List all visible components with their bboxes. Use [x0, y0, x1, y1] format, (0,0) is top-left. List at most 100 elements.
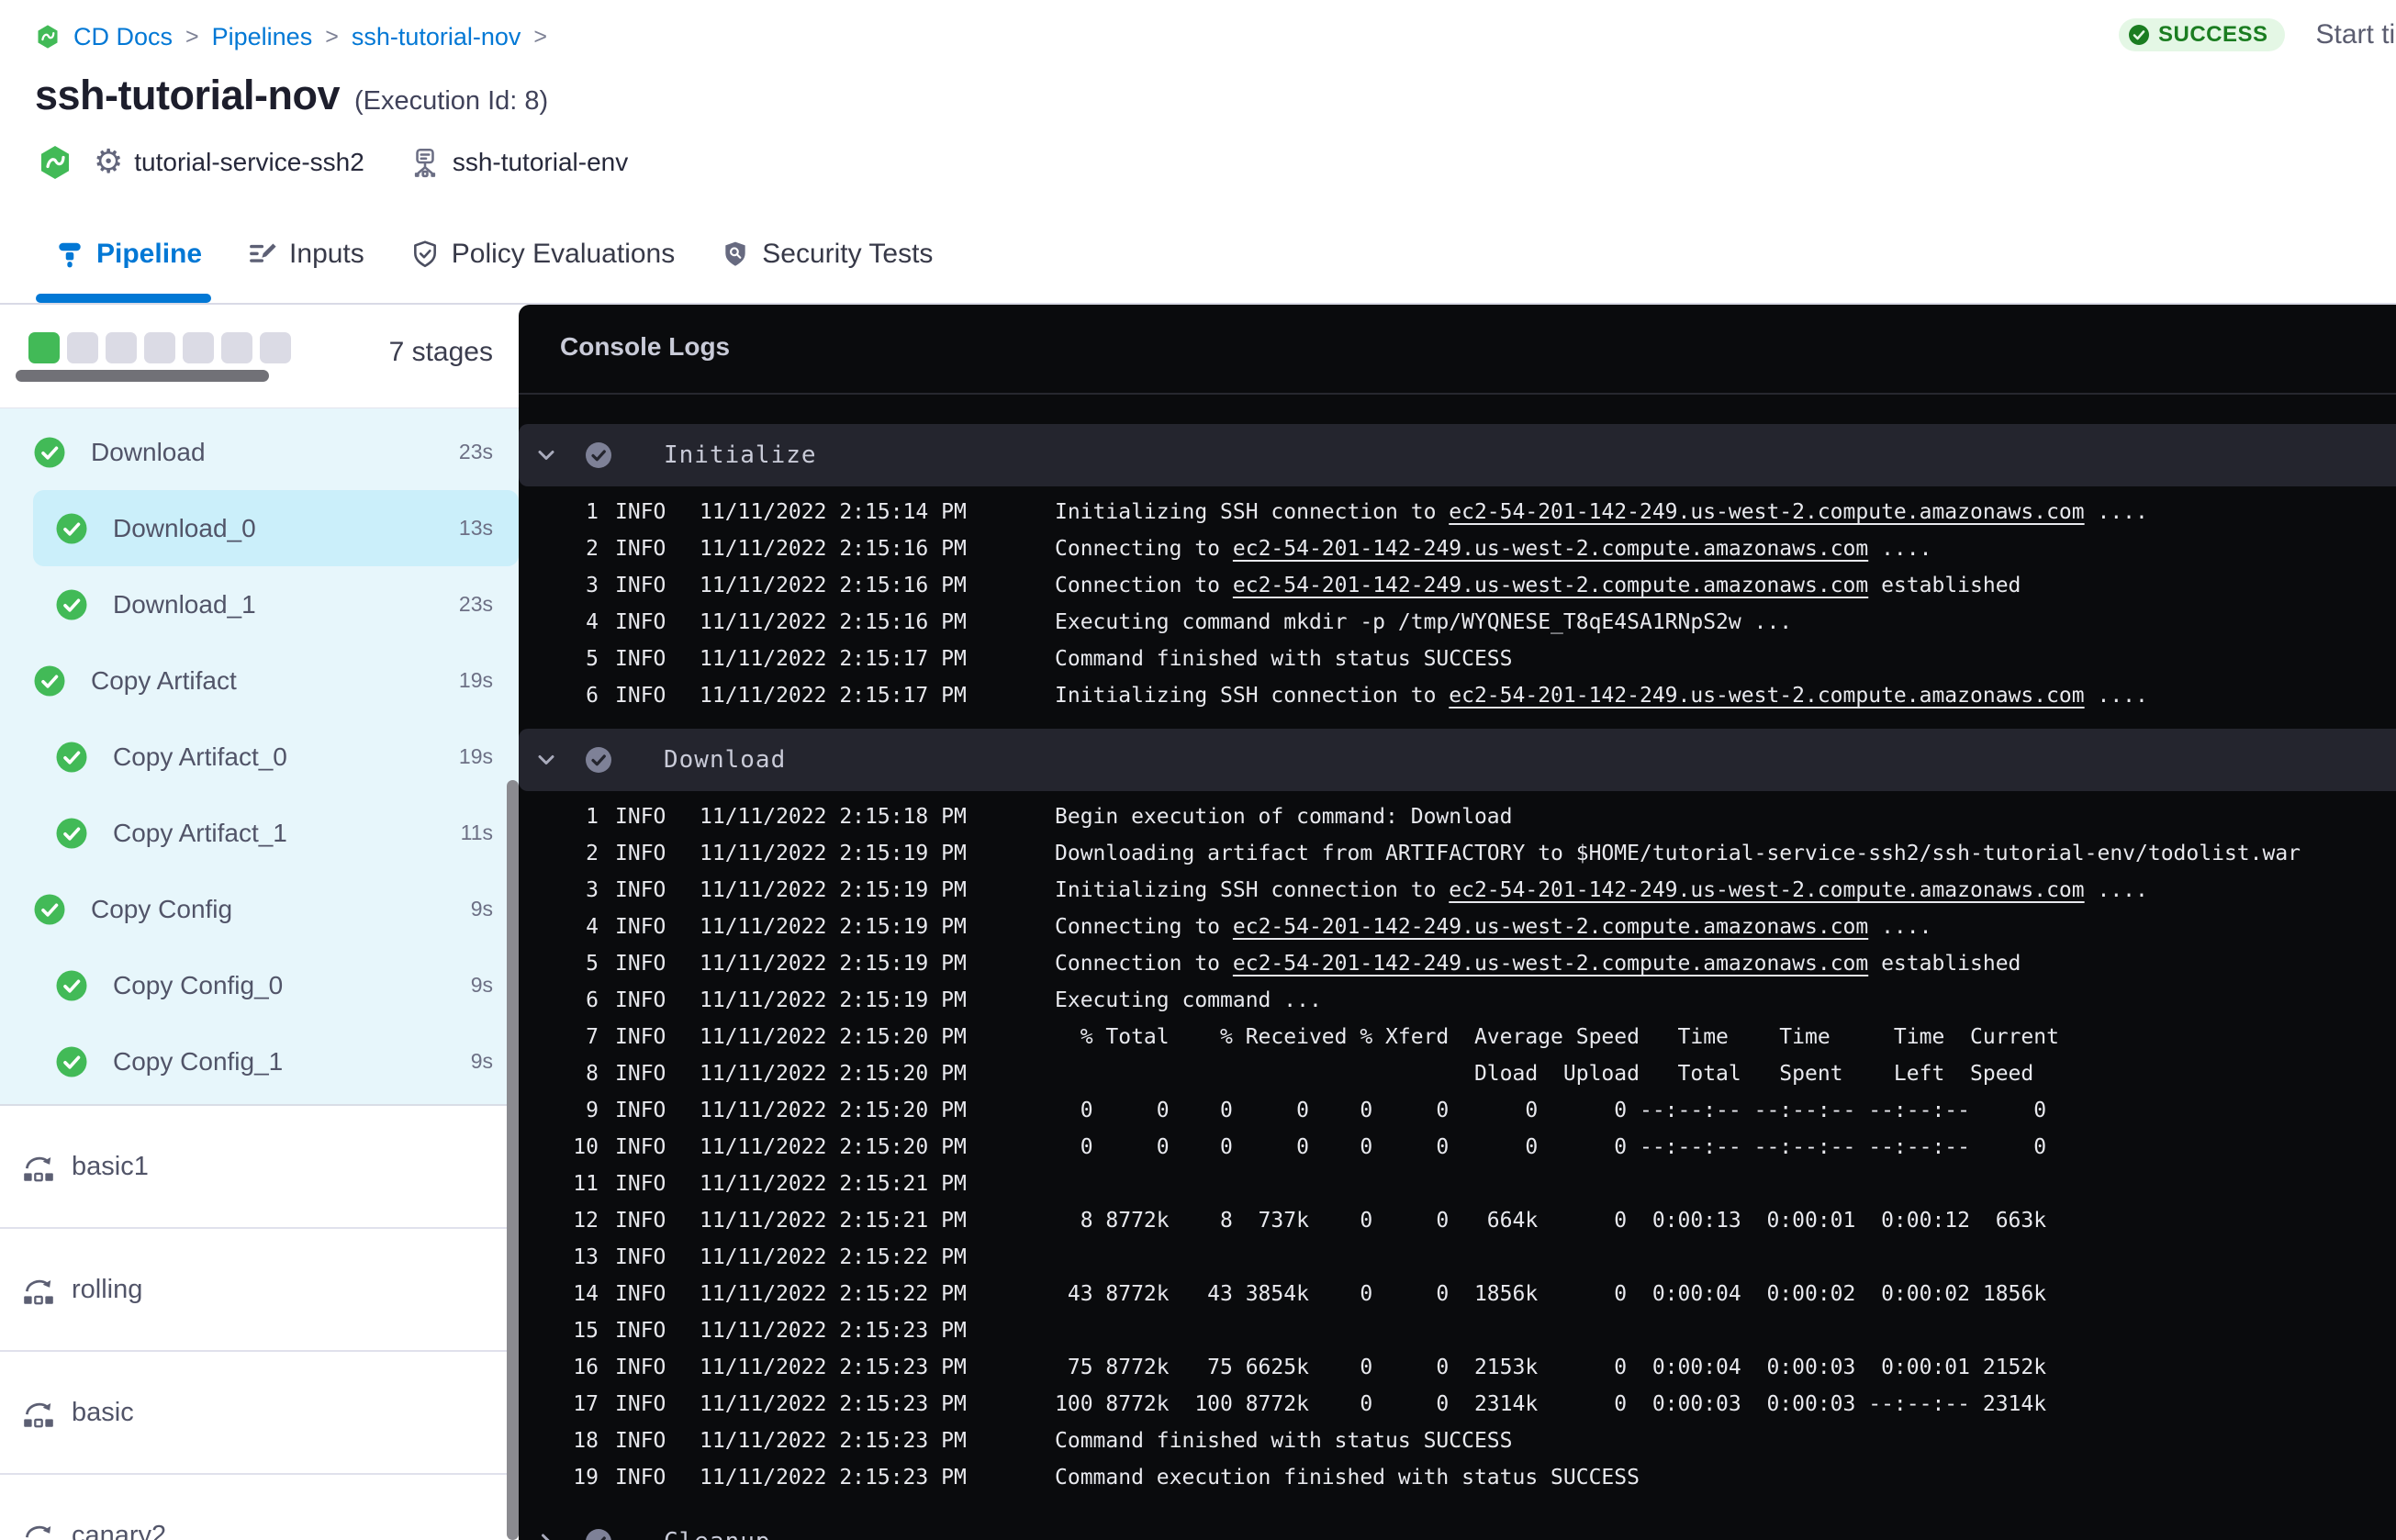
log-level: INFO	[615, 1025, 666, 1049]
log-text: Connecting to	[1055, 537, 1233, 561]
log-line-number: 6	[586, 684, 599, 708]
log-host-link[interactable]: ec2-54-201-142-249.us-west-2.compute.ama…	[1449, 878, 2084, 902]
stage-row-copy-config_1[interactable]: Copy Config_1 9s	[33, 1023, 519, 1099]
tab-security-tests[interactable]: Security Tests	[721, 206, 933, 303]
stage-label: Copy Config	[91, 894, 233, 923]
log-message: Connecting to ec2-54-201-142-249.us-west…	[1055, 537, 1931, 561]
stage-square-3[interactable]	[106, 332, 137, 363]
log-line: 4 INFO 11/11/2022 2:15:16 PM Executing comm…	[519, 604, 2396, 641]
stage-row-copy-config_0[interactable]: Copy Config_0 9s	[33, 947, 519, 1023]
stage-square-1[interactable]	[28, 332, 60, 363]
stage-row-download_1[interactable]: Download_1 23s	[33, 566, 519, 642]
log-section-header-initialize[interactable]: Initialize	[519, 424, 2396, 486]
log-section-title: Initialize	[664, 441, 817, 469]
page-title: ssh-tutorial-nov	[35, 72, 341, 118]
log-message: Executing command ...	[1055, 988, 1322, 1012]
log-message: 0 0 0 0 0 0 0 0 --:--:-- --:--:-- --:--:…	[1055, 1099, 2046, 1122]
breadcrumb-separator: >	[533, 23, 547, 50]
log-section-title: Download	[664, 746, 787, 774]
pipeline-nav-item-canary2[interactable]: canary2	[0, 1475, 519, 1540]
log-host-link[interactable]: ec2-54-201-142-249.us-west-2.compute.ama…	[1233, 952, 1868, 976]
stage-row-copy-artifact_1[interactable]: Copy Artifact_1 11s	[33, 795, 519, 871]
breadcrumb-link-project[interactable]: CD Docs	[73, 23, 173, 51]
log-line: 12 INFO 11/11/2022 2:15:21 PM 8 8772k 8 73…	[519, 1202, 2396, 1239]
rolling-deploy-icon	[24, 1279, 53, 1305]
log-text: Initializing SSH connection to	[1055, 878, 1450, 902]
breadcrumb-link-pipeline[interactable]: ssh-tutorial-nov	[352, 23, 521, 51]
tab-label: Security Tests	[762, 239, 934, 269]
log-timestamp: 11/11/2022 2:15:21 PM	[700, 1209, 967, 1233]
breadcrumb-separator: >	[185, 23, 199, 50]
gear-icon: ⚙	[94, 143, 124, 181]
log-line: 9 INFO 11/11/2022 2:15:20 PM 0 0 0 0 0 0 0…	[519, 1092, 2396, 1129]
log-section-header-cleanup[interactable]: Cleanup	[519, 1511, 2396, 1540]
log-lines: 1 INFO 11/11/2022 2:15:14 PM Initializing S…	[519, 486, 2396, 721]
tab-inputs[interactable]: Inputs	[248, 206, 364, 303]
breadcrumb: CD Docs > Pipelines > ssh-tutorial-nov >	[35, 20, 2396, 53]
success-check-icon	[2129, 25, 2149, 45]
service-name[interactable]: tutorial-service-ssh2	[134, 148, 364, 177]
stage-progress-scrollbar[interactable]	[16, 370, 269, 382]
check-circle-icon	[56, 1046, 87, 1077]
log-text: Connecting to	[1055, 915, 1233, 939]
stage-row-download_0[interactable]: Download_0 13s	[33, 490, 519, 566]
log-line: 6 INFO 11/11/2022 2:15:19 PM Executing comm…	[519, 982, 2396, 1019]
stage-square-5[interactable]	[183, 332, 214, 363]
log-line: 11 INFO 11/11/2022 2:15:21 PM	[519, 1166, 2396, 1202]
log-line: 14 INFO 11/11/2022 2:15:22 PM 43 8772k 43 …	[519, 1276, 2396, 1312]
breadcrumb-link-pipelines[interactable]: Pipelines	[212, 23, 313, 51]
log-message: Connection to ec2-54-201-142-249.us-west…	[1055, 574, 2021, 597]
log-line-number: 4	[586, 915, 599, 939]
stage-square-2[interactable]	[67, 332, 98, 363]
tab-pipeline[interactable]: Pipeline	[35, 206, 212, 303]
chevron-right-icon[interactable]	[535, 1531, 557, 1540]
tab-policy-evaluations[interactable]: Policy Evaluations	[410, 206, 675, 303]
log-host-link[interactable]: ec2-54-201-142-249.us-west-2.compute.ama…	[1449, 684, 2084, 708]
log-timestamp: 11/11/2022 2:15:17 PM	[700, 684, 967, 708]
log-timestamp: 11/11/2022 2:15:19 PM	[700, 915, 967, 939]
log-timestamp: 11/11/2022 2:15:23 PM	[700, 1356, 967, 1379]
chevron-down-icon[interactable]	[535, 444, 557, 466]
log-text: established	[1868, 952, 2021, 976]
log-section-header-download[interactable]: Download	[519, 729, 2396, 791]
log-host-link[interactable]: ec2-54-201-142-249.us-west-2.compute.ama…	[1449, 500, 2084, 524]
log-host-link[interactable]: ec2-54-201-142-249.us-west-2.compute.ama…	[1233, 537, 1868, 561]
pipeline-nav-item-rolling[interactable]: rolling	[0, 1229, 519, 1352]
check-circle-icon	[34, 665, 65, 696]
log-timestamp: 11/11/2022 2:15:19 PM	[700, 878, 967, 902]
log-timestamp: 11/11/2022 2:15:23 PM	[700, 1319, 967, 1343]
log-line: 10 INFO 11/11/2022 2:15:20 PM 0 0 0 0 0 0 …	[519, 1129, 2396, 1166]
log-line-number: 18	[573, 1429, 599, 1453]
inputs-icon	[250, 243, 276, 262]
log-level: INFO	[615, 537, 666, 561]
sidebar-scrollbar[interactable]	[507, 780, 519, 1540]
log-line: 5 INFO 11/11/2022 2:15:17 PM Command finish…	[519, 641, 2396, 677]
log-line: 15 INFO 11/11/2022 2:15:23 PM	[519, 1312, 2396, 1349]
log-line-number: 12	[573, 1209, 599, 1233]
stage-row-copy-config[interactable]: Copy Config 9s	[0, 871, 519, 947]
log-message: Executing command mkdir -p /tmp/WYQNESE_…	[1055, 610, 1792, 634]
stage-label: Download_1	[113, 589, 256, 619]
stage-square-6[interactable]	[221, 332, 252, 363]
log-host-link[interactable]: ec2-54-201-142-249.us-west-2.compute.ama…	[1233, 574, 1868, 597]
log-message: 43 8772k 43 3854k 0 0 1856k 0 0:00:04 0:…	[1055, 1282, 2046, 1306]
pipeline-nav-item-basic[interactable]: basic	[0, 1352, 519, 1475]
stage-row-copy-artifact_0[interactable]: Copy Artifact_0 19s	[33, 719, 519, 795]
log-line-number: 9	[586, 1099, 599, 1122]
log-line-number: 13	[573, 1245, 599, 1269]
pipeline-nav-item-basic1[interactable]: basic1	[0, 1106, 519, 1229]
stage-row-download[interactable]: Download 23s	[0, 414, 519, 490]
console-log-sections: Initialize 1 INFO 11/11/2022 2:15:14 PM Init…	[519, 395, 2396, 1540]
log-text: ....	[2084, 500, 2148, 524]
stage-square-4[interactable]	[144, 332, 175, 363]
chevron-down-icon[interactable]	[535, 749, 557, 771]
stage-square-7[interactable]	[260, 332, 291, 363]
stage-duration: 23s	[458, 440, 493, 463]
execution-id-label: (Execution Id: 8)	[354, 86, 549, 116]
log-line-number: 4	[586, 610, 599, 634]
stage-row-copy-artifact[interactable]: Copy Artifact 19s	[0, 642, 519, 719]
environment-name[interactable]: ssh-tutorial-env	[453, 148, 628, 177]
main-body: 7 stages Download 23s Download_0 13s Downloa…	[0, 305, 2396, 1540]
stage-duration: 19s	[458, 744, 493, 768]
log-host-link[interactable]: ec2-54-201-142-249.us-west-2.compute.ama…	[1233, 915, 1868, 939]
